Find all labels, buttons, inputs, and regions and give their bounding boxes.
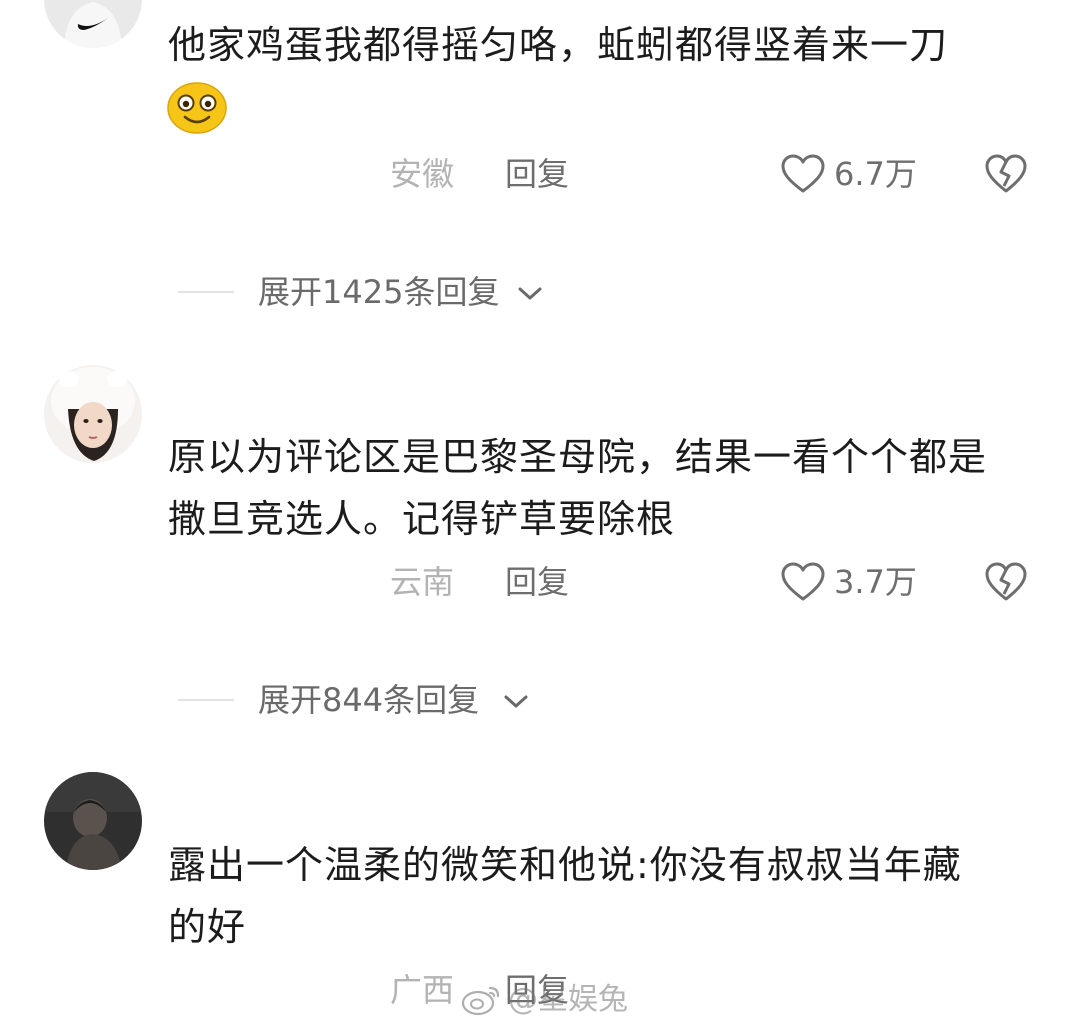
like-count: 3.7万 xyxy=(834,563,917,601)
chevron-down-icon[interactable] xyxy=(517,285,543,303)
broken-heart-icon[interactable] xyxy=(984,153,1028,195)
comment-location: 安徽 xyxy=(390,155,455,193)
comment-text-line: 撒旦竞选人。记得铲草要除根 xyxy=(168,497,676,541)
expand-replies-button[interactable]: 展开844条回复 xyxy=(258,680,479,720)
comment-text-line: 露出一个温柔的微笑和他说:你没有叔叔当年藏 xyxy=(168,843,962,887)
comment-text-line: 原以为评论区是巴黎圣母院，结果一看个个都是 xyxy=(168,435,988,479)
reply-button[interactable]: 回复 xyxy=(505,562,569,602)
like-count: 6.7万 xyxy=(834,155,917,193)
heart-outline-icon[interactable] xyxy=(780,561,826,603)
heart-outline-icon[interactable] xyxy=(780,153,826,195)
watermark-text: @星娱兔 xyxy=(508,982,628,1017)
comment-location: 云南 xyxy=(390,563,455,601)
comment-section: 他家鸡蛋我都得摇匀咯，蚯蚓都得竖着来一刀 安徽 回复 6.7万 展开1425条回… xyxy=(0,0,1080,1026)
user-avatar[interactable] xyxy=(44,772,142,870)
weibo-icon xyxy=(461,986,500,1016)
comment-text: 他家鸡蛋我都得摇匀咯，蚯蚓都得竖着来一刀 xyxy=(168,23,949,67)
chevron-down-icon[interactable] xyxy=(503,693,529,711)
divider xyxy=(178,291,234,293)
user-avatar[interactable] xyxy=(44,0,142,48)
comment-text-line: 的好 xyxy=(168,905,247,949)
user-avatar[interactable] xyxy=(44,365,142,463)
divider xyxy=(178,699,234,701)
broken-heart-icon[interactable] xyxy=(984,561,1028,603)
reply-button[interactable]: 回复 xyxy=(505,154,569,194)
comment-location: 广西 xyxy=(390,971,455,1009)
expand-replies-button[interactable]: 展开1425条回复 xyxy=(258,272,499,312)
smiley-emoji-icon xyxy=(167,82,227,134)
